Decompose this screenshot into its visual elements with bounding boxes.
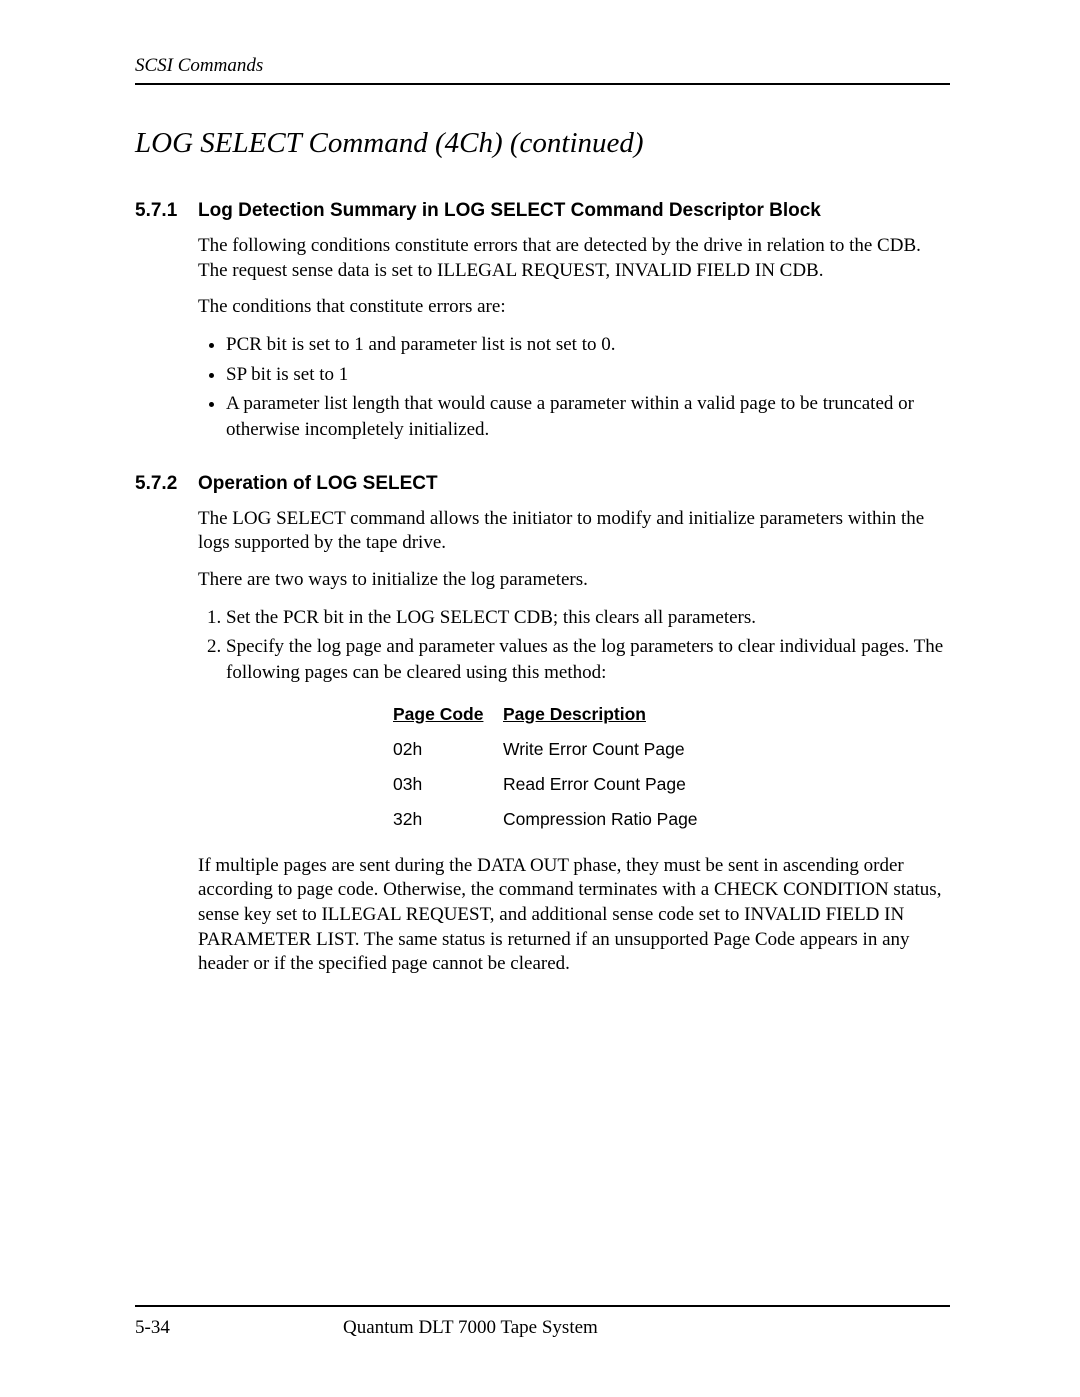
document-page: SCSI Commands LOG SELECT Command (4Ch) (… bbox=[0, 0, 1080, 1397]
section-5-7-2: 5.7.2 Operation of LOG SELECT The LOG SE… bbox=[135, 473, 950, 977]
section-body: The following conditions constitute erro… bbox=[198, 234, 950, 443]
table-header-desc: Page Description bbox=[503, 704, 950, 725]
section-5-7-1: 5.7.1 Log Detection Summary in LOG SELEC… bbox=[135, 200, 950, 443]
ordered-list: Set the PCR bit in the LOG SELECT CDB; t… bbox=[198, 605, 950, 686]
table-cell-desc: Compression Ratio Page bbox=[503, 809, 950, 830]
table-row: 02h Write Error Count Page bbox=[393, 739, 950, 760]
table-cell-code: 32h bbox=[393, 809, 503, 830]
section-title: Operation of LOG SELECT bbox=[198, 473, 438, 495]
paragraph: The LOG SELECT command allows the initia… bbox=[198, 507, 950, 556]
table-header-row: Page Code Page Description bbox=[393, 704, 950, 725]
list-item: A parameter list length that would cause… bbox=[226, 391, 950, 442]
section-number: 5.7.2 bbox=[135, 473, 180, 495]
footer-page-number: 5-34 bbox=[135, 1317, 343, 1339]
paragraph: There are two ways to initialize the log… bbox=[198, 568, 950, 593]
table-header-code: Page Code bbox=[393, 704, 503, 725]
paragraph: The following conditions constitute erro… bbox=[198, 234, 950, 283]
table-row: 32h Compression Ratio Page bbox=[393, 809, 950, 830]
section-body: The LOG SELECT command allows the initia… bbox=[198, 507, 950, 977]
bullet-list: PCR bit is set to 1 and parameter list i… bbox=[198, 332, 950, 443]
list-item: PCR bit is set to 1 and parameter list i… bbox=[226, 332, 950, 358]
table-cell-desc: Write Error Count Page bbox=[503, 739, 950, 760]
running-header: SCSI Commands bbox=[135, 55, 950, 77]
top-rule bbox=[135, 83, 950, 85]
table-cell-code: 03h bbox=[393, 774, 503, 795]
section-heading: 5.7.2 Operation of LOG SELECT bbox=[135, 473, 950, 495]
paragraph: If multiple pages are sent during the DA… bbox=[198, 854, 950, 977]
section-title: Log Detection Summary in LOG SELECT Comm… bbox=[198, 200, 821, 222]
chapter-title: LOG SELECT Command (4Ch) (continued) bbox=[135, 127, 950, 160]
section-heading: 5.7.1 Log Detection Summary in LOG SELEC… bbox=[135, 200, 950, 222]
section-number: 5.7.1 bbox=[135, 200, 180, 222]
table-row: 03h Read Error Count Page bbox=[393, 774, 950, 795]
table-cell-desc: Read Error Count Page bbox=[503, 774, 950, 795]
list-item: SP bit is set to 1 bbox=[226, 362, 950, 388]
bottom-rule bbox=[135, 1305, 950, 1307]
list-item: Specify the log page and parameter value… bbox=[226, 634, 950, 685]
footer-title: Quantum DLT 7000 Tape System bbox=[343, 1317, 950, 1339]
page-footer: 5-34 Quantum DLT 7000 Tape System bbox=[135, 1317, 950, 1339]
list-item: Set the PCR bit in the LOG SELECT CDB; t… bbox=[226, 605, 950, 631]
page-code-table: Page Code Page Description 02h Write Err… bbox=[393, 704, 950, 830]
paragraph: The conditions that constitute errors ar… bbox=[198, 295, 950, 320]
table-cell-code: 02h bbox=[393, 739, 503, 760]
